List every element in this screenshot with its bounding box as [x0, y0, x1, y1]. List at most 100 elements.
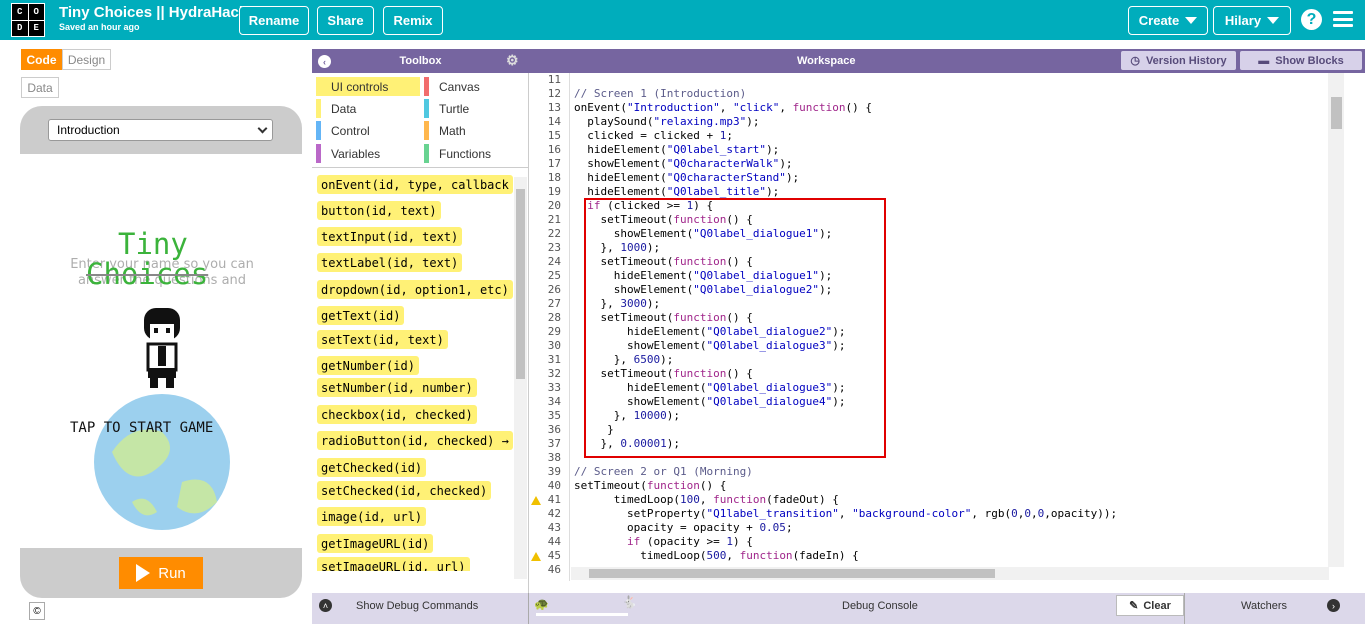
code-line[interactable]: onEvent("Introduction", "click", functio…	[574, 101, 872, 114]
code-token: (opacity >=	[640, 535, 727, 548]
user-menu-button[interactable]: Hilary	[1213, 6, 1291, 35]
line-number: 22	[547, 227, 561, 240]
block-onevent[interactable]: onEvent(id, type, callback	[317, 175, 513, 194]
code-token: hideElement(	[574, 143, 667, 156]
expand-watchers-icon[interactable]: ›	[1327, 599, 1340, 612]
code-line[interactable]: hideElement("Q0label_start");	[574, 143, 779, 156]
block-dropdown[interactable]: dropdown(id, option1, etc)	[317, 280, 513, 299]
warning-icon[interactable]	[531, 496, 541, 505]
line-number: 20	[547, 199, 561, 212]
remix-button[interactable]: Remix	[383, 6, 443, 35]
code-line[interactable]: // Screen 2 or Q1 (Morning)	[574, 465, 753, 478]
speed-slider[interactable]	[536, 613, 628, 616]
code-token: showElement(	[574, 157, 667, 170]
code-line[interactable]: showElement("Q0characterWalk");	[574, 157, 792, 170]
code-token: ,	[1031, 507, 1038, 520]
block-checkbox[interactable]: checkbox(id, checked)	[317, 405, 477, 424]
scrollbar-thumb[interactable]	[1331, 97, 1342, 129]
code-token: function	[739, 549, 793, 562]
code-line[interactable]: timedLoop(100, function(fadeOut) {	[574, 493, 839, 506]
code-line[interactable]: setTimeout(function() {	[574, 479, 726, 492]
code-token: ;	[785, 521, 793, 534]
line-number: 25	[547, 269, 561, 282]
line-number: 15	[547, 129, 561, 142]
block-radiobutton[interactable]: radioButton(id, checked) →	[317, 431, 513, 450]
block-settext[interactable]: setText(id, text)	[317, 330, 448, 349]
line-number: 40	[547, 479, 561, 492]
show-blocks-button[interactable]: ▬ Show Blocks	[1240, 51, 1362, 70]
logo-letter: C	[12, 4, 28, 20]
category-turtle[interactable]: Turtle	[424, 99, 469, 118]
block-textlabel[interactable]: textLabel(id, text)	[317, 253, 463, 272]
line-number: 26	[547, 283, 561, 296]
category-control[interactable]: Control	[316, 121, 370, 140]
gear-icon[interactable]: ⚙	[506, 52, 519, 69]
code-line[interactable]: opacity = opacity + 0.05;	[574, 521, 793, 534]
code-line[interactable]: timedLoop(500, function(fadeIn) {	[574, 549, 859, 562]
code-token: "Q0label_title"	[666, 185, 767, 198]
expand-debug-icon[interactable]: ˄	[319, 599, 332, 612]
line-number-gutter: 11 12 13 14 15 16 17 18 19 20 21 22 23 24 25 26 27 28 29 30…	[529, 73, 570, 581]
version-history-button[interactable]: ◷ Version History	[1121, 51, 1236, 70]
code-line[interactable]: setProperty("Q1label_transition", "backg…	[574, 507, 1117, 520]
blocks-icon: ▬	[1258, 54, 1270, 67]
chevron-down-icon	[257, 123, 268, 133]
scrollbar-thumb[interactable]	[516, 189, 525, 379]
data-tab[interactable]: Data	[21, 77, 59, 98]
help-icon[interactable]: ?	[1301, 9, 1322, 30]
block-image[interactable]: image(id, url)	[317, 507, 427, 526]
line-number: 11	[547, 73, 561, 86]
block-setnumber[interactable]: setNumber(id, number)	[317, 378, 477, 397]
category-swatch	[316, 77, 321, 96]
code-token: () {	[699, 479, 727, 492]
code-token: "background-color"	[852, 507, 972, 520]
block-getchecked[interactable]: getChecked(id)	[317, 458, 427, 477]
block-textinput[interactable]: textInput(id, text)	[317, 227, 463, 246]
code-mode-tab[interactable]: Code	[21, 49, 62, 70]
code-line[interactable]: playSound("relaxing.mp3");	[574, 115, 759, 128]
warning-icon[interactable]	[531, 552, 541, 561]
hamburger-menu-icon[interactable]	[1333, 11, 1353, 27]
line-number: 35	[547, 409, 561, 422]
show-debug-commands[interactable]: Show Debug Commands	[356, 600, 478, 612]
caret-down-icon	[1267, 17, 1280, 24]
block-gettext[interactable]: getText(id)	[317, 306, 405, 325]
code-token: setTimeout(	[574, 479, 647, 492]
rename-button[interactable]: Rename	[239, 6, 309, 35]
code-line[interactable]: hideElement("Q0label_title");	[574, 185, 779, 198]
hare-speed-icon: 🐇	[622, 595, 637, 609]
create-menu-button[interactable]: Create	[1128, 6, 1208, 35]
toolbox-title: Toolbox	[399, 55, 442, 67]
scrollbar-thumb[interactable]	[589, 569, 995, 578]
editor-hscrollbar[interactable]	[571, 567, 1329, 580]
block-getnumber[interactable]: getNumber(id)	[317, 356, 419, 375]
run-button[interactable]: Run	[119, 557, 203, 589]
code-line[interactable]: hideElement("Q0characterStand");	[574, 171, 799, 184]
share-button[interactable]: Share	[317, 6, 374, 35]
block-setimageurl[interactable]: setImageURL(id, url)	[317, 557, 470, 571]
clear-button[interactable]: ✎ Clear	[1116, 595, 1184, 616]
block-button[interactable]: button(id, text)	[317, 201, 441, 220]
copyright-icon[interactable]: ©	[29, 602, 45, 620]
code-org-logo[interactable]: C O D E	[11, 3, 45, 37]
category-variables[interactable]: Variables	[316, 144, 380, 163]
category-functions[interactable]: Functions	[424, 144, 491, 163]
line-number: 13	[547, 101, 561, 114]
category-math[interactable]: Math	[424, 121, 466, 140]
app-screen[interactable]: Enter your name so you can answer the qu…	[20, 154, 302, 548]
editor-vscrollbar[interactable]	[1328, 73, 1344, 567]
collapse-toolbox-icon[interactable]: ‹	[318, 55, 331, 68]
block-setchecked[interactable]: setChecked(id, checked)	[317, 481, 492, 500]
category-data[interactable]: Data	[316, 99, 356, 118]
code-token: );	[746, 115, 760, 128]
code-line[interactable]: if (opacity >= 1) {	[574, 535, 753, 548]
category-canvas[interactable]: Canvas	[424, 77, 480, 96]
screen-dropdown[interactable]: Introduction	[48, 119, 273, 141]
category-ui-controls[interactable]: UI controls	[316, 77, 420, 96]
block-getimageurl[interactable]: getImageURL(id)	[317, 534, 434, 553]
show-blocks-label: Show Blocks	[1275, 54, 1344, 67]
design-mode-tab[interactable]: Design	[62, 49, 111, 70]
code-line[interactable]: // Screen 1 (Introduction)	[574, 87, 746, 100]
toolbox-scrollbar[interactable]	[514, 177, 527, 579]
code-line[interactable]: clicked = clicked + 1;	[574, 129, 733, 142]
